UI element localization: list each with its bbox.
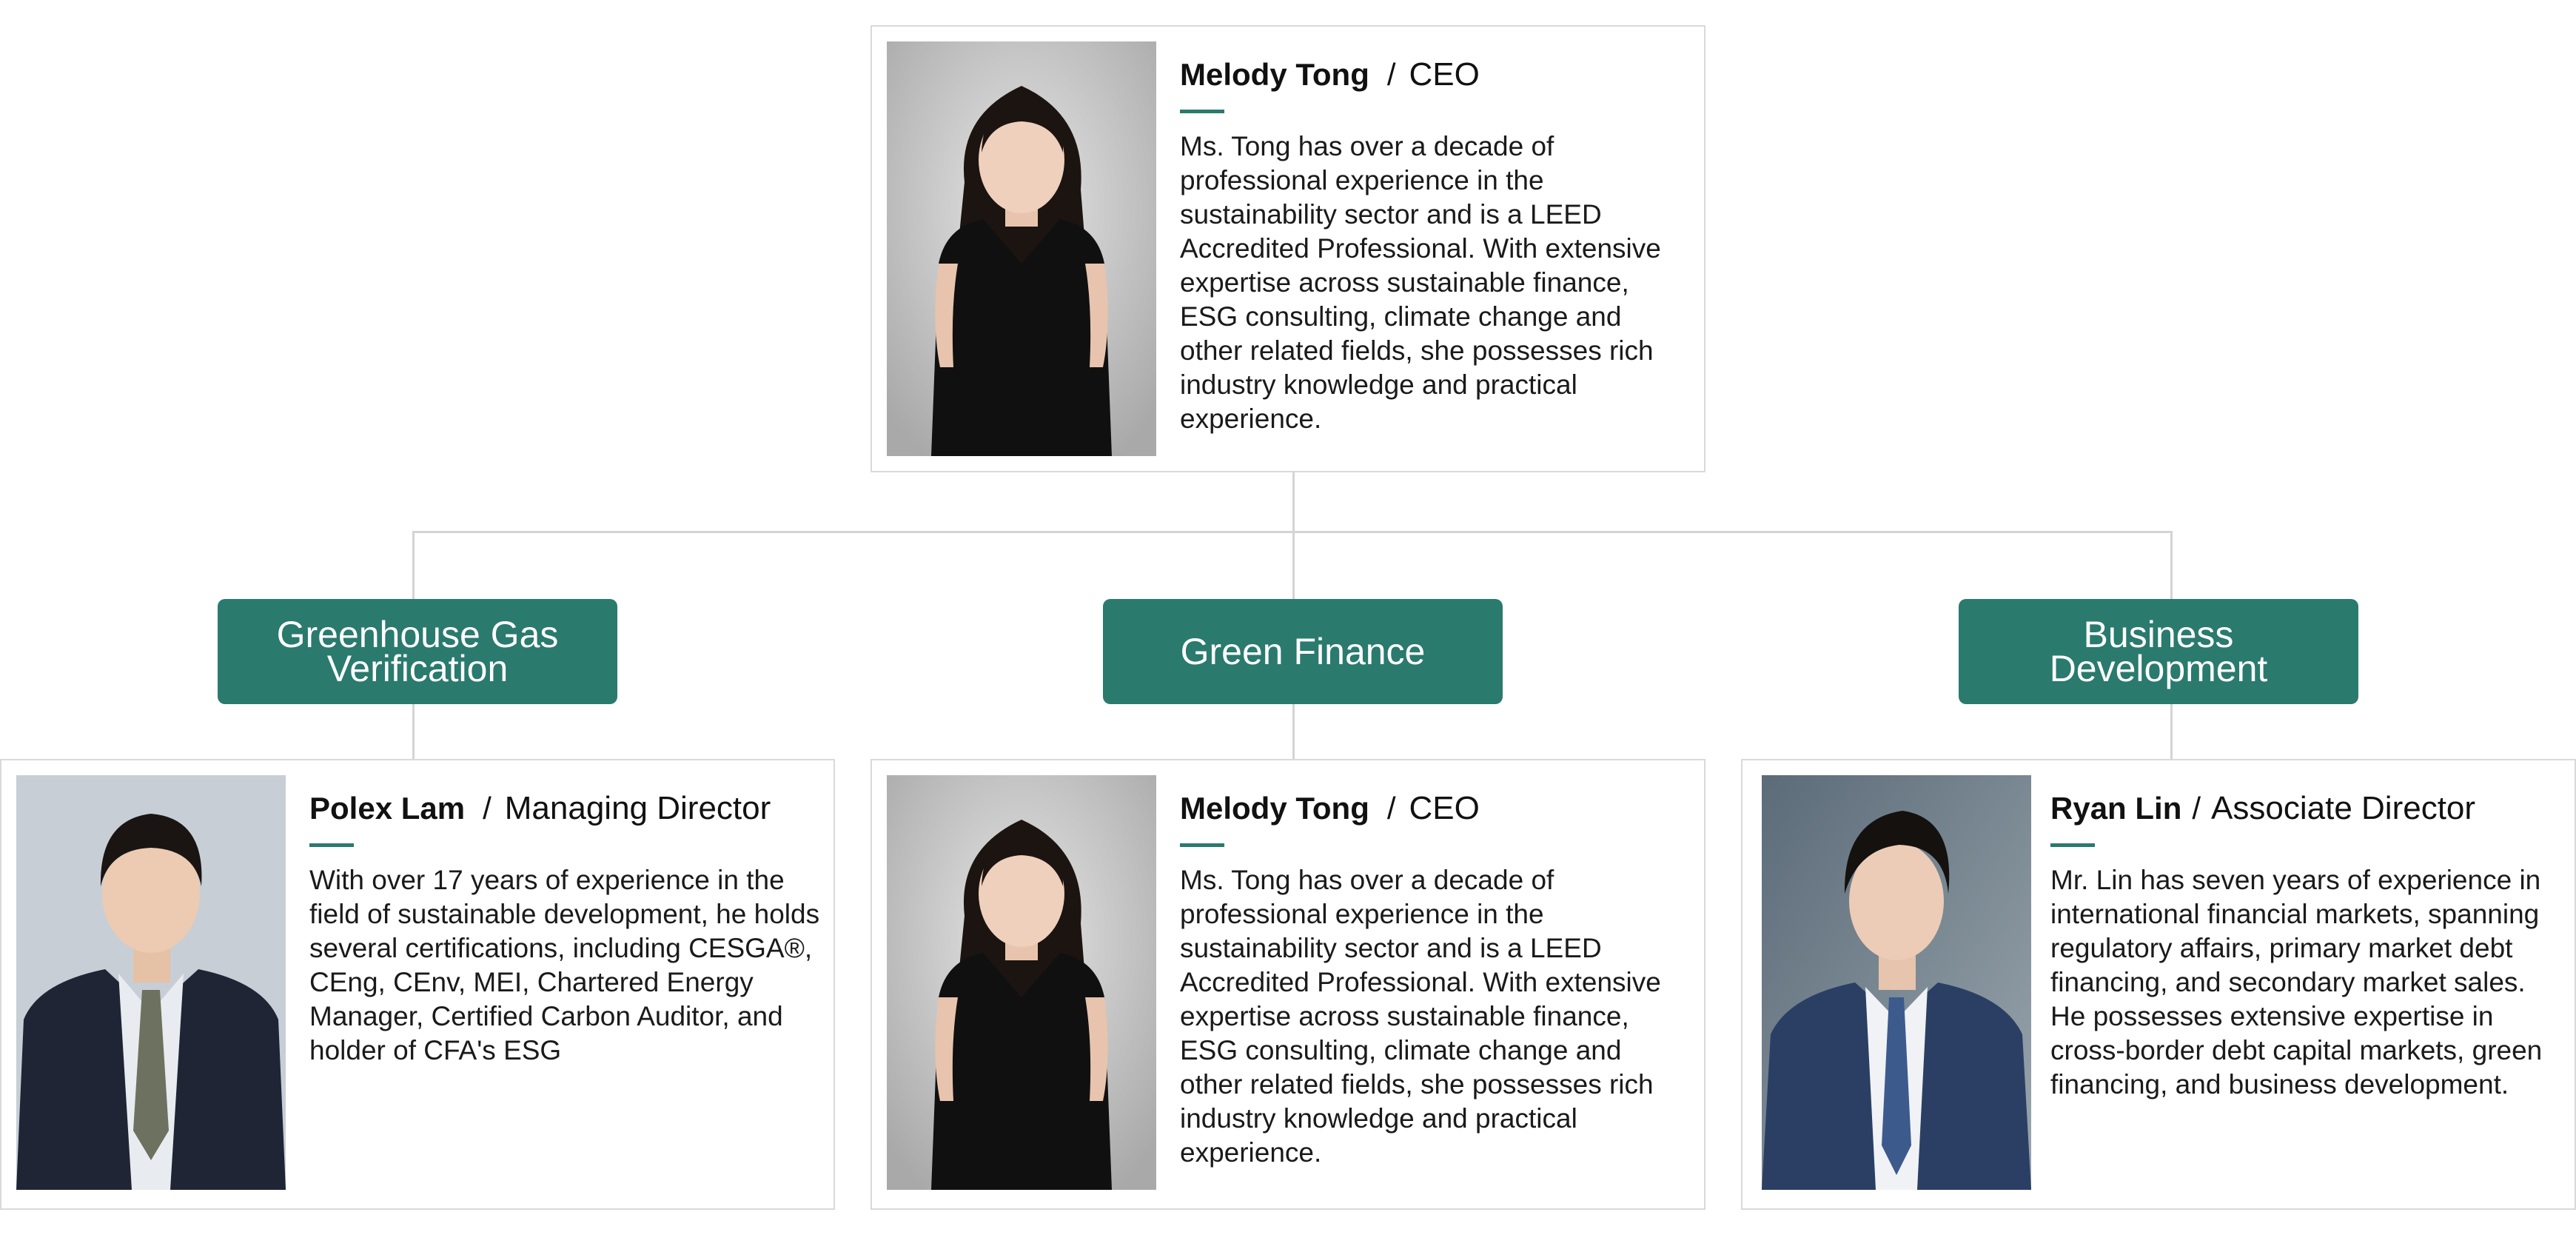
- woman-portrait-icon: [887, 41, 1156, 456]
- person-name: Ryan Lin: [2050, 791, 2182, 826]
- accent-underline: [2050, 843, 2095, 847]
- connector-left-down: [412, 531, 415, 599]
- connector-top-vertical: [1292, 472, 1295, 533]
- name-role-separator: /: [1386, 791, 1396, 826]
- connector-left-to-card: [412, 704, 415, 760]
- person-bio: With over 17 years of experience in the …: [309, 865, 820, 1065]
- member-photo: [1762, 775, 2031, 1190]
- man-portrait-icon: [1762, 775, 2031, 1190]
- person-role: CEO: [1409, 790, 1480, 826]
- accent-underline: [1180, 110, 1224, 113]
- woman-portrait-icon: [887, 775, 1156, 1190]
- person-bio: Ms. Tong has over a decade of profession…: [1180, 131, 1661, 434]
- name-role-separator: /: [483, 791, 492, 826]
- member-photo: [887, 775, 1156, 1190]
- ceo-card: Melody Tong / CEO Ms. Tong has over a de…: [871, 25, 1705, 472]
- member-card-ryan-lin: Ryan Lin / Associate Director Mr. Lin ha…: [1741, 759, 2576, 1210]
- accent-underline: [309, 843, 354, 847]
- dept-green-finance: Green Finance: [1103, 599, 1503, 704]
- person-role: CEO: [1409, 56, 1480, 93]
- accent-underline: [1180, 843, 1224, 847]
- dept-label: Greenhouse Gas Verification: [276, 614, 559, 689]
- connector-right-to-card: [2170, 704, 2173, 760]
- person-name: Melody Tong: [1180, 791, 1369, 826]
- dept-label: Business Development: [2049, 614, 2268, 689]
- connector-center-down: [1292, 531, 1295, 599]
- person-bio: Mr. Lin has seven years of experience in…: [2050, 865, 2543, 1100]
- name-role-separator: /: [1386, 57, 1396, 92]
- person-name: Polex Lam: [309, 791, 466, 826]
- dept-greenhouse-gas-verification: Greenhouse Gas Verification: [218, 599, 617, 704]
- ceo-photo: [887, 41, 1156, 456]
- person-bio: Ms. Tong has over a decade of profession…: [1180, 865, 1661, 1168]
- member-card-polex-lam: Polex Lam / Managing Director With over …: [0, 759, 835, 1210]
- member-photo: [16, 775, 286, 1190]
- name-role-separator: /: [2192, 791, 2201, 826]
- person-role: Associate Director: [2211, 790, 2476, 826]
- person-role: Managing Director: [504, 790, 771, 826]
- man-portrait-icon: [16, 775, 286, 1190]
- dept-business-development: Business Development: [1959, 599, 2358, 704]
- member-card-melody-tong: Melody Tong / CEO Ms. Tong has over a de…: [871, 759, 1705, 1210]
- person-name: Melody Tong: [1180, 57, 1369, 92]
- dept-label: Green Finance: [1180, 631, 1426, 672]
- connector-center-to-card: [1292, 704, 1295, 760]
- connector-right-down: [2170, 531, 2173, 599]
